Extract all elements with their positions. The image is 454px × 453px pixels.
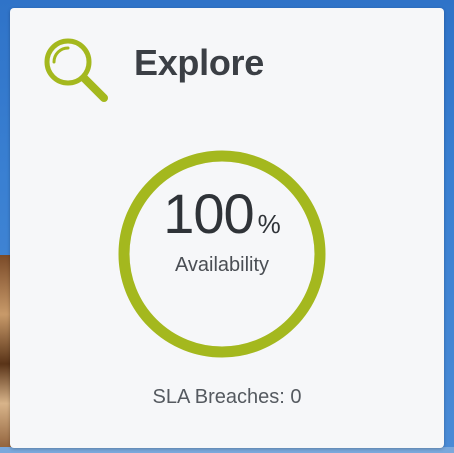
card-header: Explore (38, 30, 264, 110)
page: Explore 100% Availability SLA Breaches: … (0, 0, 454, 453)
gauge-label: Availability (174, 254, 270, 276)
search-icon (44, 38, 108, 102)
explore-card[interactable]: Explore 100% Availability SLA Breaches: … (10, 8, 444, 448)
sla-breaches: SLA Breaches: 0 (152, 386, 302, 408)
gauge-unit: % (257, 209, 281, 239)
gauge-value: 100% (116, 186, 328, 242)
card-title: Explore (134, 42, 264, 83)
availability-gauge: 100% Availability (116, 148, 328, 360)
gauge-number: 100 (163, 182, 254, 245)
